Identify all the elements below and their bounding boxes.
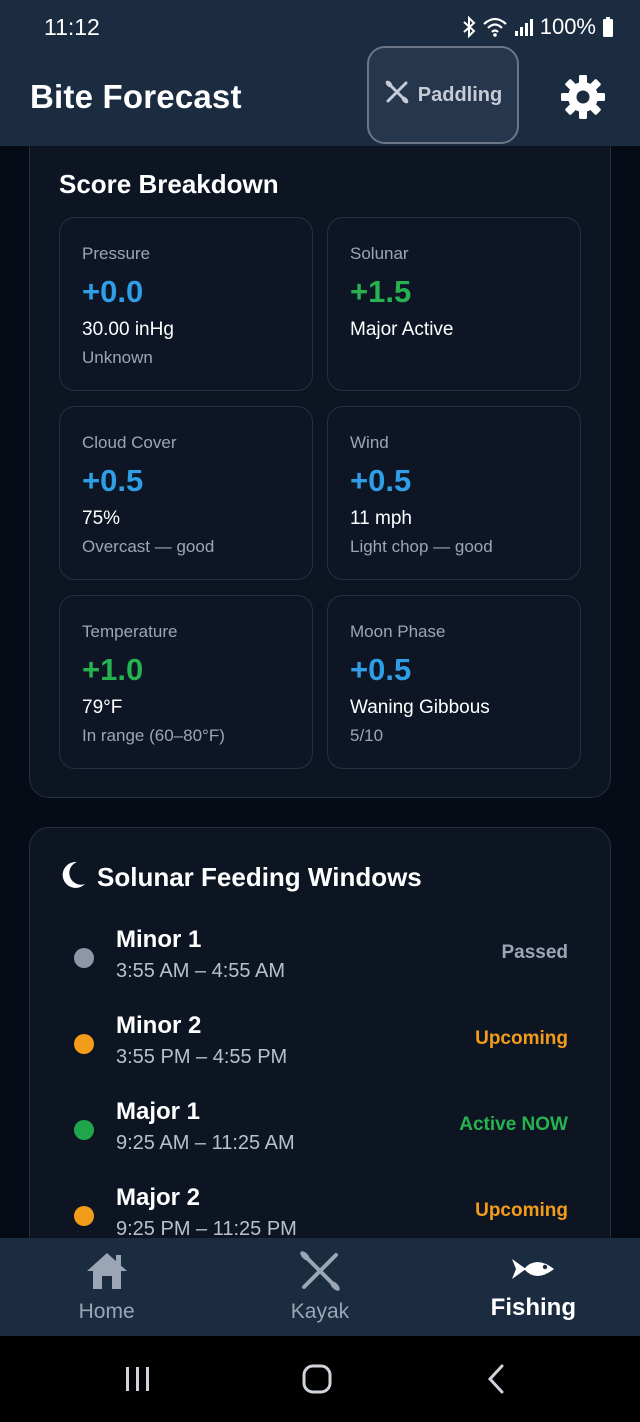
window-time: 3:55 PM – 4:55 PM <box>116 1046 288 1068</box>
status-badge: Passed <box>501 942 568 963</box>
window-name: Minor 2 <box>116 1012 202 1039</box>
window-name: Major 1 <box>116 1098 201 1125</box>
tile-note: 5/10 <box>350 726 384 745</box>
tile-label: Moon Phase <box>350 622 446 641</box>
system-nav-bar <box>0 1336 640 1422</box>
tile-value: Waning Gibbous <box>350 697 490 718</box>
tile-score: +0.0 <box>82 274 144 309</box>
tile-score: +1.0 <box>82 652 144 687</box>
home-button-icon[interactable] <box>301 1364 333 1399</box>
bottom-nav: Home Kayak Fishing <box>0 1238 640 1336</box>
bluetooth-icon <box>462 16 476 38</box>
home-icon <box>85 1251 129 1296</box>
score-breakdown-card: Score Breakdown Pressure +0.0 30.00 inHg… <box>29 146 611 798</box>
score-tile-temperature: Temperature +1.0 79°F In range (60–80°F) <box>59 595 313 769</box>
paddle-off-icon <box>384 79 410 111</box>
tile-value: 79°F <box>82 697 123 718</box>
status-dot <box>74 948 94 968</box>
tile-note: Overcast — good <box>82 537 215 556</box>
score-tile-moon-phase: Moon Phase +0.5 Waning Gibbous 5/10 <box>327 595 581 769</box>
tile-note: In range (60–80°F) <box>82 726 225 745</box>
status-dot <box>74 1120 94 1140</box>
paddling-toggle-button[interactable]: Paddling <box>367 46 519 144</box>
list-item: Minor 2 3:55 PM – 4:55 PM Upcoming <box>30 1010 612 1096</box>
score-tile-pressure: Pressure +0.0 30.00 inHg Unknown <box>59 217 313 391</box>
score-tile-cloud-cover: Cloud Cover +0.5 75% Overcast — good <box>59 406 313 580</box>
nav-label-fishing: Fishing <box>490 1293 576 1321</box>
moon-icon <box>59 860 87 895</box>
score-breakdown-title: Score Breakdown <box>59 169 279 199</box>
tile-score: +1.5 <box>350 274 412 309</box>
tile-value: 30.00 inHg <box>82 319 174 340</box>
status-dot <box>74 1206 94 1226</box>
tile-note: Light chop — good <box>350 537 493 556</box>
tile-label: Solunar <box>350 244 409 263</box>
tile-score: +0.5 <box>82 463 144 498</box>
window-name: Major 2 <box>116 1184 201 1211</box>
nav-item-kayak[interactable]: Kayak <box>213 1238 426 1336</box>
status-icons: 100% <box>462 14 614 40</box>
nav-label-home: Home <box>78 1299 135 1323</box>
status-dot <box>74 1034 94 1054</box>
paddling-label: Paddling <box>417 83 503 106</box>
battery-icon <box>602 16 614 38</box>
status-badge: Upcoming <box>475 1200 568 1221</box>
list-item: Major 1 9:25 AM – 11:25 AM Active NOW <box>30 1096 612 1182</box>
tile-value: 75% <box>82 508 121 529</box>
tile-note: Unknown <box>82 348 153 367</box>
forecast-scroll-area[interactable]: Score Breakdown Pressure +0.0 30.00 inHg… <box>0 146 640 1238</box>
kayak-icon <box>298 1250 342 1296</box>
status-bar: 11:12 100% <box>0 0 640 56</box>
nav-label-kayak: Kayak <box>290 1299 350 1323</box>
tile-value: 11 mph <box>350 508 412 529</box>
tile-label: Cloud Cover <box>82 433 177 452</box>
window-name: Minor 1 <box>116 926 202 953</box>
nav-item-home[interactable]: Home <box>0 1238 213 1336</box>
back-icon[interactable] <box>484 1364 508 1399</box>
solunar-title: Solunar Feeding Windows <box>97 862 422 892</box>
window-time: 3:55 AM – 4:55 AM <box>116 960 285 982</box>
status-badge: Upcoming <box>475 1028 568 1049</box>
fish-icon <box>510 1253 556 1290</box>
list-item: Major 2 9:25 PM – 11:25 PM Upcoming <box>30 1182 612 1238</box>
window-time: 9:25 PM – 11:25 PM <box>116 1218 297 1238</box>
settings-button[interactable] <box>558 74 608 124</box>
recent-apps-icon[interactable] <box>124 1364 152 1399</box>
tile-score: +0.5 <box>350 652 412 687</box>
score-tile-solunar: Solunar +1.5 Major Active <box>327 217 581 391</box>
nav-item-fishing[interactable]: Fishing <box>427 1238 640 1336</box>
wifi-icon <box>482 16 508 38</box>
tile-value: Major Active <box>350 319 454 340</box>
gear-icon <box>560 74 606 125</box>
window-time: 9:25 AM – 11:25 AM <box>116 1132 295 1154</box>
solunar-header: Solunar Feeding Windows <box>59 860 422 895</box>
tile-label: Pressure <box>82 244 151 263</box>
tile-label: Temperature <box>82 622 178 641</box>
app-bar: Bite Forecast Paddling <box>0 46 640 146</box>
page-title: Bite Forecast <box>30 78 242 115</box>
status-time: 11:12 <box>44 14 100 40</box>
battery-percent: 100% <box>539 14 596 39</box>
list-item: Minor 1 3:55 AM – 4:55 AM Passed <box>30 924 612 1010</box>
tile-label: Wind <box>350 433 389 452</box>
solunar-windows-card: Solunar Feeding Windows Minor 1 3:55 AM … <box>29 827 611 1238</box>
signal-icon <box>514 17 534 37</box>
tile-score: +0.5 <box>350 463 412 498</box>
status-badge: Active NOW <box>459 1114 568 1135</box>
score-tile-wind: Wind +0.5 11 mph Light chop — good <box>327 406 581 580</box>
